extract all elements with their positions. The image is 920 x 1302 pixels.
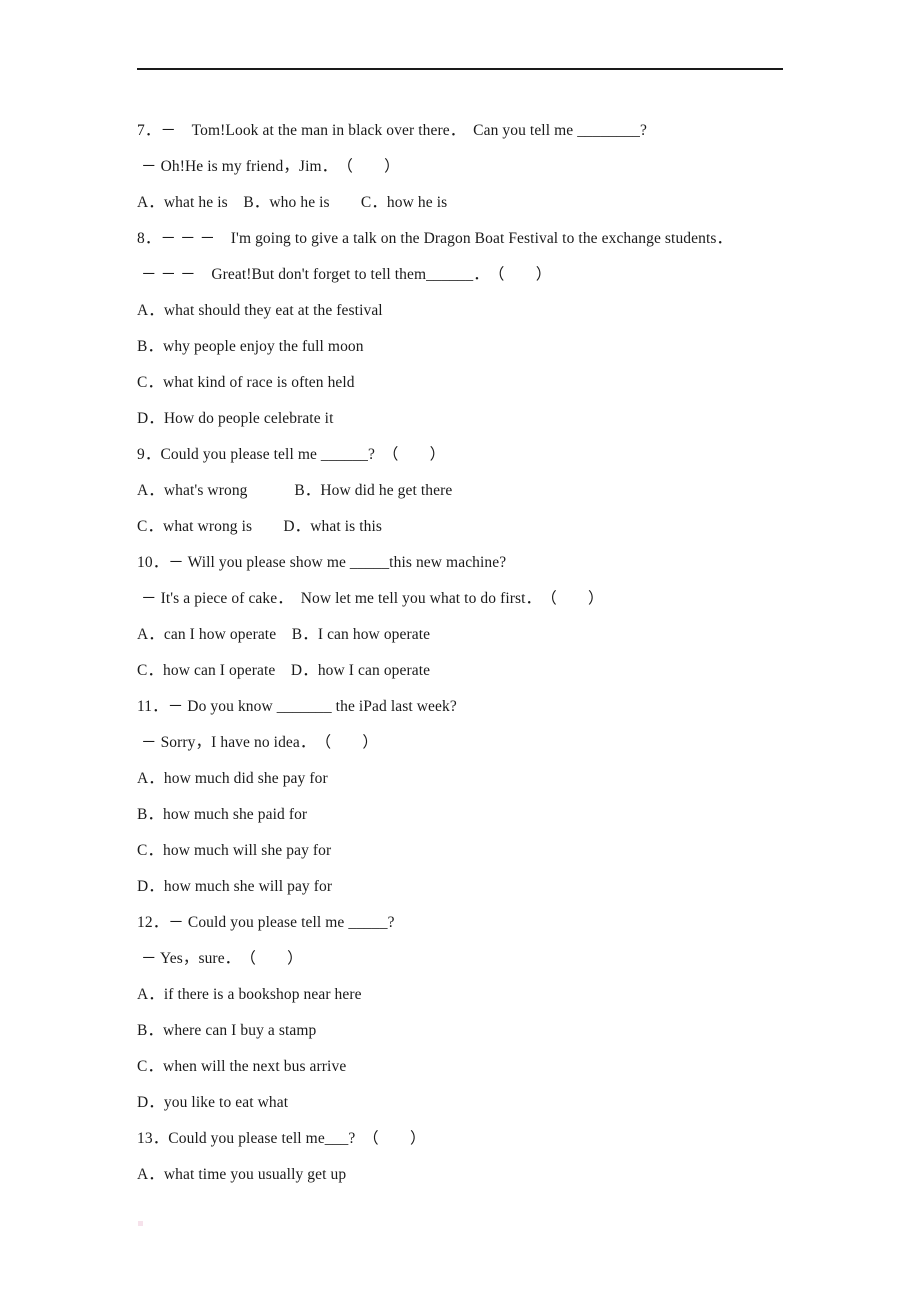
question-11-option-a: A．how much did she pay for xyxy=(137,770,328,787)
question-9-options-ab: A．what's wrong B．How did he get there xyxy=(137,482,453,499)
question-12-option-d: D．you like to eat what xyxy=(137,1094,289,1111)
question-13-stem: 13．Could you please tell me___? （ ） xyxy=(137,1130,426,1147)
question-12-reply: － Yes，sure． （ ） xyxy=(141,950,303,967)
scan-artifact xyxy=(138,1221,143,1226)
question-8-reply: － － － Great!But don't forget to tell the… xyxy=(141,266,552,283)
question-8-option-c: C．what kind of race is often held xyxy=(137,374,355,391)
question-10-options-ab: A．can I how operate B．I can how operate xyxy=(137,626,431,643)
question-8-option-b: B．why people enjoy the full moon xyxy=(137,338,364,355)
question-list: 7．－ Tom!Look at the man in black over th… xyxy=(137,113,837,1193)
question-11-stem: 11．－ Do you know _______ the iPad last w… xyxy=(137,698,457,715)
question-12-option-c: C．when will the next bus arrive xyxy=(137,1058,347,1075)
question-8-stem: 8．－ － － I'm going to give a talk on the … xyxy=(137,230,733,247)
question-9-options-cd: C．what wrong is D．what is this xyxy=(137,518,383,535)
question-13-option-a: A．what time you usually get up xyxy=(137,1166,347,1183)
question-11-option-d: D．how much she will pay for xyxy=(137,878,333,895)
question-12-option-a: A．if there is a bookshop near here xyxy=(137,986,362,1003)
question-10-reply: － It's a piece of cake． Now let me tell … xyxy=(141,590,604,607)
question-8-option-d: D．How do people celebrate it xyxy=(137,410,334,427)
question-7-stem: 7．－ Tom!Look at the man in black over th… xyxy=(137,122,647,139)
question-8-option-a: A．what should they eat at the festival xyxy=(137,302,383,319)
worksheet-page: 7．－ Tom!Look at the man in black over th… xyxy=(0,0,920,1302)
question-7-reply: － Oh!He is my friend，Jim． （ ） xyxy=(141,158,400,175)
question-10-stem: 10．－ Will you please show me _____this n… xyxy=(137,554,507,571)
question-11-option-c: C．how much will she pay for xyxy=(137,842,332,859)
question-12-option-b: B．where can I buy a stamp xyxy=(137,1022,317,1039)
question-11-reply: － Sorry，I have no idea． （ ） xyxy=(141,734,378,751)
question-11-option-b: B．how much she paid for xyxy=(137,806,308,823)
question-10-options-cd: C．how can I operate D．how I can operate xyxy=(137,662,431,679)
header-divider-rule xyxy=(137,68,783,70)
question-9-stem: 9．Could you please tell me ______? （ ） xyxy=(137,446,446,463)
question-7-options: A．what he is B．who he is C．how he is xyxy=(137,194,448,211)
question-12-stem: 12．－ Could you please tell me _____? xyxy=(137,914,395,931)
